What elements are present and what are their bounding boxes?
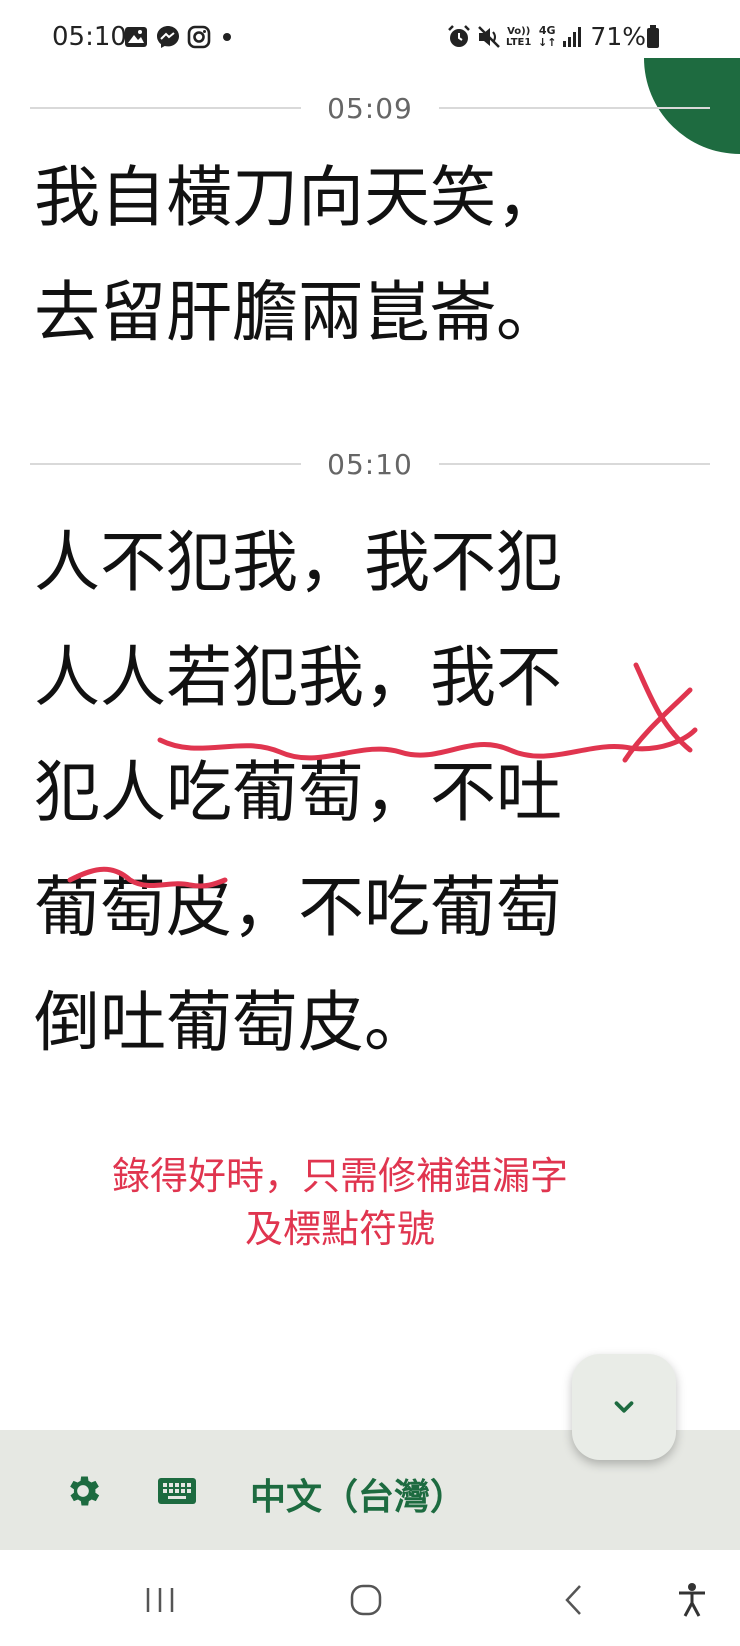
volte-icon: Vo)) LTE1 xyxy=(506,26,532,48)
segment-timestamp: 05:10 xyxy=(327,447,413,481)
status-time: 05:10 xyxy=(52,22,127,52)
annotation-line: 及標點符號 xyxy=(244,1207,435,1251)
keyboard-icon[interactable] xyxy=(156,1470,198,1512)
dot-icon xyxy=(222,25,232,49)
timestamp-divider: 05:09 xyxy=(30,88,711,128)
accessibility-icon[interactable] xyxy=(668,1576,716,1624)
status-bar: 05:10 Vo)) LTE1 4G ↓↑ 71% xyxy=(0,0,740,84)
gallery-icon xyxy=(124,25,148,49)
back-icon[interactable] xyxy=(550,1576,598,1624)
annotation-line: 錄得好時，只需修補錯漏字 xyxy=(111,1154,568,1198)
segment-timestamp: 05:09 xyxy=(327,91,413,125)
battery-percent: 71% xyxy=(590,22,646,51)
home-icon[interactable] xyxy=(342,1576,390,1624)
annotation-note: 錄得好時，只需修補錯漏字 及標點符號 xyxy=(0,1150,680,1256)
system-navigation-bar xyxy=(0,1550,740,1646)
gear-icon[interactable] xyxy=(62,1470,104,1512)
instagram-icon xyxy=(187,25,211,49)
signal-icon xyxy=(562,25,582,49)
battery-icon xyxy=(646,25,660,49)
language-selector[interactable]: 中文（台灣） xyxy=(250,1468,466,1520)
timestamp-divider: 05:10 xyxy=(30,444,711,484)
recent-apps-icon[interactable] xyxy=(136,1576,184,1624)
4g-icon: 4G ↓↑ xyxy=(538,24,557,49)
mute-icon xyxy=(476,25,502,49)
transcript-text: 我自橫刀向天笑， 去留肝膽兩崑崙。 xyxy=(34,159,562,351)
collapse-button[interactable] xyxy=(572,1354,676,1460)
transcript-text: 人不犯我，我不犯 人人若犯我，我不 犯人吃葡萄，不吐 葡萄皮，不吃葡萄 倒吐葡萄… xyxy=(34,524,562,1061)
alarm-icon xyxy=(446,25,472,49)
messenger-icon xyxy=(156,25,180,49)
chevron-down-icon xyxy=(614,1401,634,1413)
